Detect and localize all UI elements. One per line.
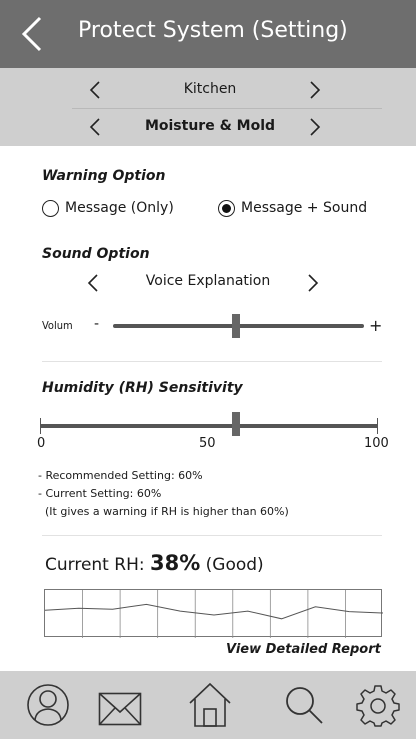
chevron-left-icon[interactable]	[88, 81, 102, 99]
settings-icon[interactable]	[356, 683, 400, 727]
volume-label: Volum	[42, 319, 73, 332]
scale-min: 0	[37, 436, 46, 451]
bottom-nav	[0, 671, 416, 739]
page-title: Protect System (Setting)	[78, 18, 348, 43]
note-recommended: - Recommended Setting: 60%	[38, 469, 203, 482]
radio-off-icon	[42, 199, 59, 217]
radio-on-icon	[218, 199, 235, 217]
chevron-left-icon[interactable]	[86, 274, 100, 292]
radio-message-only[interactable]: Message (Only)	[42, 197, 174, 219]
note-current: - Current Setting: 60%	[38, 487, 162, 500]
humidity-slider-track[interactable]	[40, 424, 378, 428]
section-divider	[42, 535, 382, 536]
volume-slider-thumb[interactable]	[231, 314, 240, 338]
radio-message-sound[interactable]: Message + Sound	[218, 197, 367, 219]
chevron-left-icon[interactable]	[88, 118, 102, 136]
sound-option-title: Sound Option	[42, 246, 150, 262]
warning-option-group: Message (Only) Message + Sound	[42, 197, 392, 219]
selector-band: Kitchen Moisture & Mold	[0, 68, 416, 146]
trend-line	[45, 603, 383, 620]
category-label: Moisture & Mold	[144, 118, 276, 134]
voice-selector: Voice Explanation	[80, 270, 330, 296]
voice-label: Voice Explanation	[145, 273, 271, 289]
note-explanation: (It gives a warning if RH is higher than…	[38, 505, 289, 518]
warning-option-title: Warning Option	[42, 168, 166, 184]
scale-max: 100	[364, 436, 389, 451]
chevron-right-icon[interactable]	[308, 81, 322, 99]
current-rh: Current RH: 38% (Good)	[45, 551, 264, 575]
rh-trend-chart[interactable]	[44, 589, 383, 638]
current-rh-status: (Good)	[205, 555, 264, 575]
slider-tick	[40, 418, 41, 434]
humidity-slider-thumb[interactable]	[232, 412, 241, 436]
category-selector: Moisture & Mold	[0, 108, 416, 146]
chevron-right-icon[interactable]	[308, 118, 322, 136]
slider-tick	[377, 418, 378, 434]
room-selector: Kitchen	[0, 71, 416, 109]
chevron-right-icon[interactable]	[306, 274, 320, 292]
section-divider	[42, 361, 382, 362]
volume-down-button[interactable]: -	[94, 316, 99, 332]
rh-trend-graph	[45, 590, 383, 638]
scale-mid: 50	[199, 436, 216, 451]
app-header: Protect System (Setting)	[0, 0, 416, 68]
home-icon[interactable]	[186, 681, 234, 729]
current-rh-label: Current RH:	[45, 555, 145, 575]
view-report-link[interactable]: View Detailed Report	[226, 642, 381, 657]
humidity-title: Humidity (RH) Sensitivity	[42, 380, 243, 396]
chevron-left-icon[interactable]	[18, 14, 48, 54]
user-icon[interactable]	[26, 683, 70, 727]
mail-icon[interactable]	[98, 687, 142, 731]
current-rh-value: 38%	[149, 551, 201, 575]
volume-up-button[interactable]: +	[369, 316, 382, 335]
room-label: Kitchen	[183, 81, 237, 97]
search-icon[interactable]	[282, 683, 326, 727]
